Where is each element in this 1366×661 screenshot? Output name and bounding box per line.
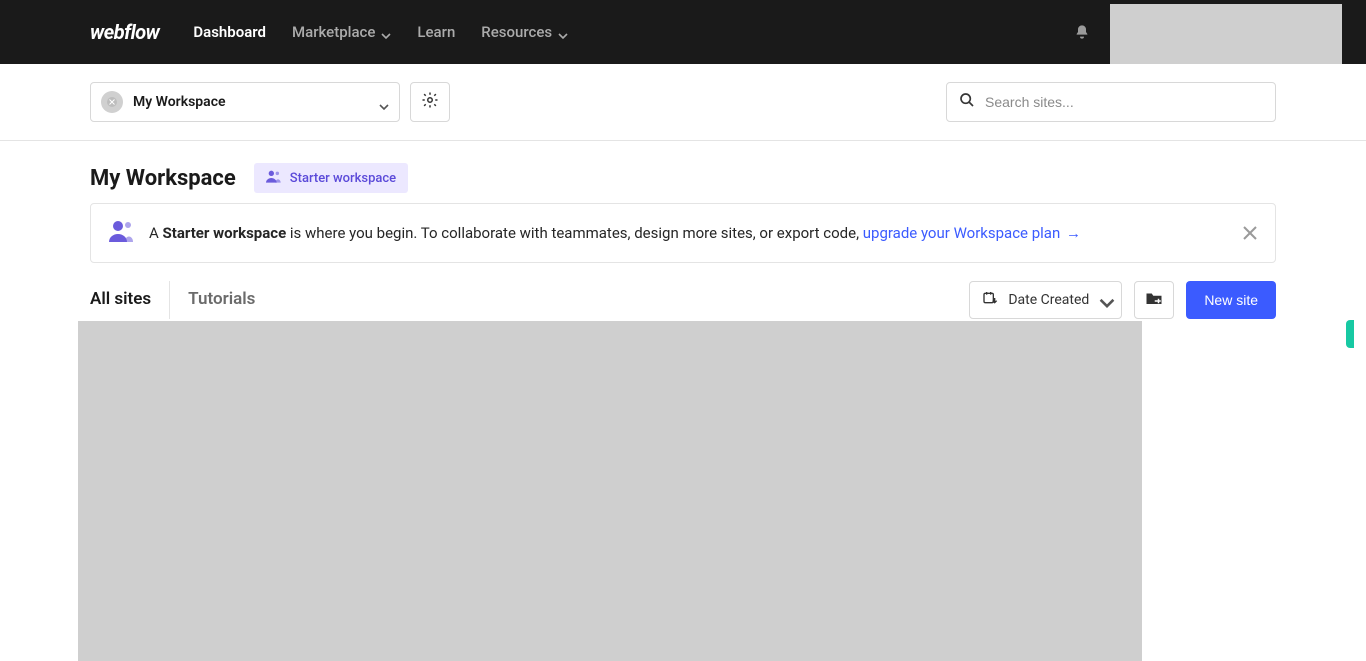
nav-marketplace[interactable]: Marketplace	[292, 23, 391, 41]
search-icon	[959, 92, 975, 112]
starter-notice: A Starter workspace is where you begin. …	[90, 203, 1276, 263]
page-header: My Workspace Starter workspace	[0, 141, 1366, 203]
chevron-down-icon	[558, 27, 568, 37]
notifications-bell-icon[interactable]	[1066, 16, 1098, 48]
search-box[interactable]	[946, 82, 1276, 122]
notice-close-button[interactable]	[1243, 226, 1257, 240]
plan-badge[interactable]: Starter workspace	[254, 163, 408, 193]
sort-label: Date Created	[1008, 292, 1089, 308]
topnav-left: webflow Dashboard Marketplace Learn Reso…	[0, 20, 568, 44]
feedback-pill[interactable]	[1346, 320, 1354, 348]
nav-resources-label: Resources	[481, 23, 552, 41]
chevron-down-icon	[379, 97, 389, 107]
nav-marketplace-label: Marketplace	[292, 23, 375, 41]
top-nav: webflow Dashboard Marketplace Learn Reso…	[0, 0, 1366, 64]
actions: Date Created New site	[969, 281, 1276, 319]
plan-badge-label: Starter workspace	[290, 171, 396, 186]
toolbar: My Workspace	[0, 64, 1366, 141]
new-site-button[interactable]: New site	[1186, 281, 1276, 319]
calendar-sort-icon	[982, 290, 998, 310]
tabs-row: All sites Tutorials Date Created New sit…	[0, 281, 1366, 319]
topnav-right	[1066, 0, 1342, 64]
page-title: My Workspace	[90, 166, 236, 191]
chevron-down-icon	[1099, 295, 1109, 305]
sort-dropdown[interactable]: Date Created	[969, 281, 1122, 319]
search-input[interactable]	[985, 94, 1263, 110]
tabs: All sites Tutorials	[90, 281, 273, 319]
close-icon	[1243, 226, 1257, 240]
workspace-name: My Workspace	[133, 94, 369, 110]
tab-all-sites[interactable]: All sites	[90, 281, 169, 319]
people-icon	[266, 169, 282, 187]
notice-container: A Starter workspace is where you begin. …	[0, 203, 1366, 281]
site-thumbnail[interactable]	[78, 321, 1142, 661]
nav-learn[interactable]: Learn	[417, 23, 455, 41]
workspace-dropdown[interactable]: My Workspace	[90, 82, 400, 122]
folder-plus-icon	[1145, 290, 1163, 310]
nav-dashboard[interactable]: Dashboard	[193, 23, 266, 41]
sites-area	[0, 321, 1366, 661]
people-icon	[109, 220, 135, 246]
tab-tutorials[interactable]: Tutorials	[169, 281, 273, 319]
workspace-settings-button[interactable]	[410, 82, 450, 122]
workspace-avatar-icon	[101, 91, 123, 113]
arrow-right-icon: →	[1066, 224, 1081, 242]
chevron-down-icon	[381, 27, 391, 37]
brand-logo[interactable]: webflow	[90, 20, 159, 44]
new-folder-button[interactable]	[1134, 281, 1174, 319]
upgrade-link[interactable]: upgrade your Workspace plan →	[863, 224, 1081, 242]
gear-icon	[421, 91, 439, 113]
account-area[interactable]	[1110, 4, 1342, 64]
nav-resources[interactable]: Resources	[481, 23, 568, 41]
notice-text: A Starter workspace is where you begin. …	[149, 224, 1081, 242]
